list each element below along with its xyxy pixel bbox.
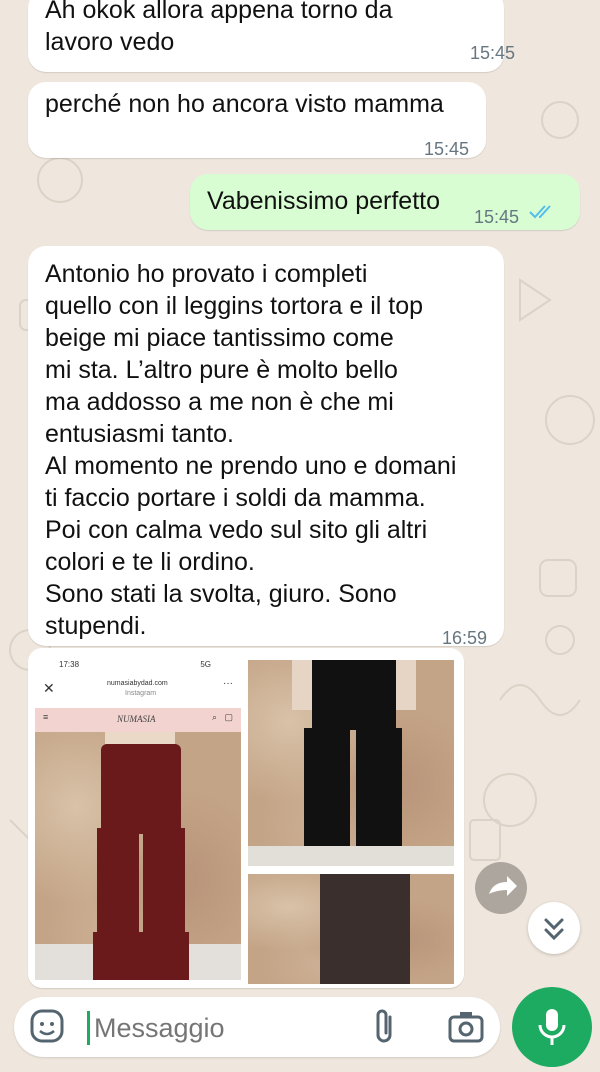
bag-icon: ▢ xyxy=(224,712,233,722)
message-time: 15:45 xyxy=(424,139,470,159)
incoming-message[interactable]: Antonio ho provato i completi quello con… xyxy=(28,246,504,648)
more-icon: ··· xyxy=(223,678,233,689)
double-check-icon xyxy=(529,205,551,219)
scroll-to-bottom-button[interactable] xyxy=(528,902,580,954)
close-icon: ✕ xyxy=(43,680,55,696)
screenshot-status-bar: 17:38 5G xyxy=(35,658,241,674)
screenshot-site-header: ≡ NUMASIA ⌕ ▢ xyxy=(35,708,241,732)
media-image-screenshot[interactable]: 17:38 5G ✕ numasiabydad.com Instagram ··… xyxy=(35,658,241,980)
status-time: 17:38 xyxy=(59,660,80,669)
screenshot-domain: numasiabydad.com xyxy=(107,680,168,687)
message-text: perché non ho ancora visto mamma xyxy=(45,90,444,118)
message-time: 15:45 xyxy=(474,207,520,227)
outgoing-message[interactable]: Vabenissimo perfetto 15:45 xyxy=(190,174,580,230)
camera-icon[interactable] xyxy=(446,1007,486,1047)
mic-icon xyxy=(538,1009,566,1045)
attach-icon[interactable] xyxy=(370,1007,400,1047)
search-icon: ⌕ xyxy=(211,712,217,722)
forward-button[interactable] xyxy=(475,862,527,914)
screenshot-url-bar: ✕ numasiabydad.com Instagram ··· xyxy=(35,674,241,708)
media-image-black-leggings[interactable] xyxy=(248,660,454,866)
status-network: 5G xyxy=(200,660,211,669)
menu-icon: ≡ xyxy=(43,712,49,722)
caret xyxy=(87,1011,90,1045)
message-input[interactable] xyxy=(92,1007,356,1049)
screenshot-brand: NUMASIA xyxy=(117,714,156,724)
message-text: Ah okok allora appena torno da lavoro ve… xyxy=(45,0,393,56)
media-image-brown-leggings[interactable] xyxy=(248,874,454,984)
forward-icon xyxy=(489,876,517,896)
voice-message-button[interactable] xyxy=(512,987,592,1067)
message-time: 15:45 xyxy=(470,43,516,63)
message-text: Antonio ho provato i completi quello con… xyxy=(45,260,457,640)
incoming-message[interactable]: Ah okok allora appena torno da lavoro ve… xyxy=(28,0,515,72)
incoming-message[interactable]: perché non ho ancora visto mamma 15:45 xyxy=(28,82,486,159)
media-album[interactable]: 17:38 5G ✕ numasiabydad.com Instagram ··… xyxy=(28,648,464,988)
screenshot-source: Instagram xyxy=(125,690,157,697)
sticker-icon[interactable] xyxy=(28,1007,68,1047)
chevrons-down-icon xyxy=(544,918,564,941)
message-composer xyxy=(14,997,500,1057)
product-photo-burgundy xyxy=(35,732,241,980)
message-text: Vabenissimo perfetto xyxy=(207,187,440,215)
